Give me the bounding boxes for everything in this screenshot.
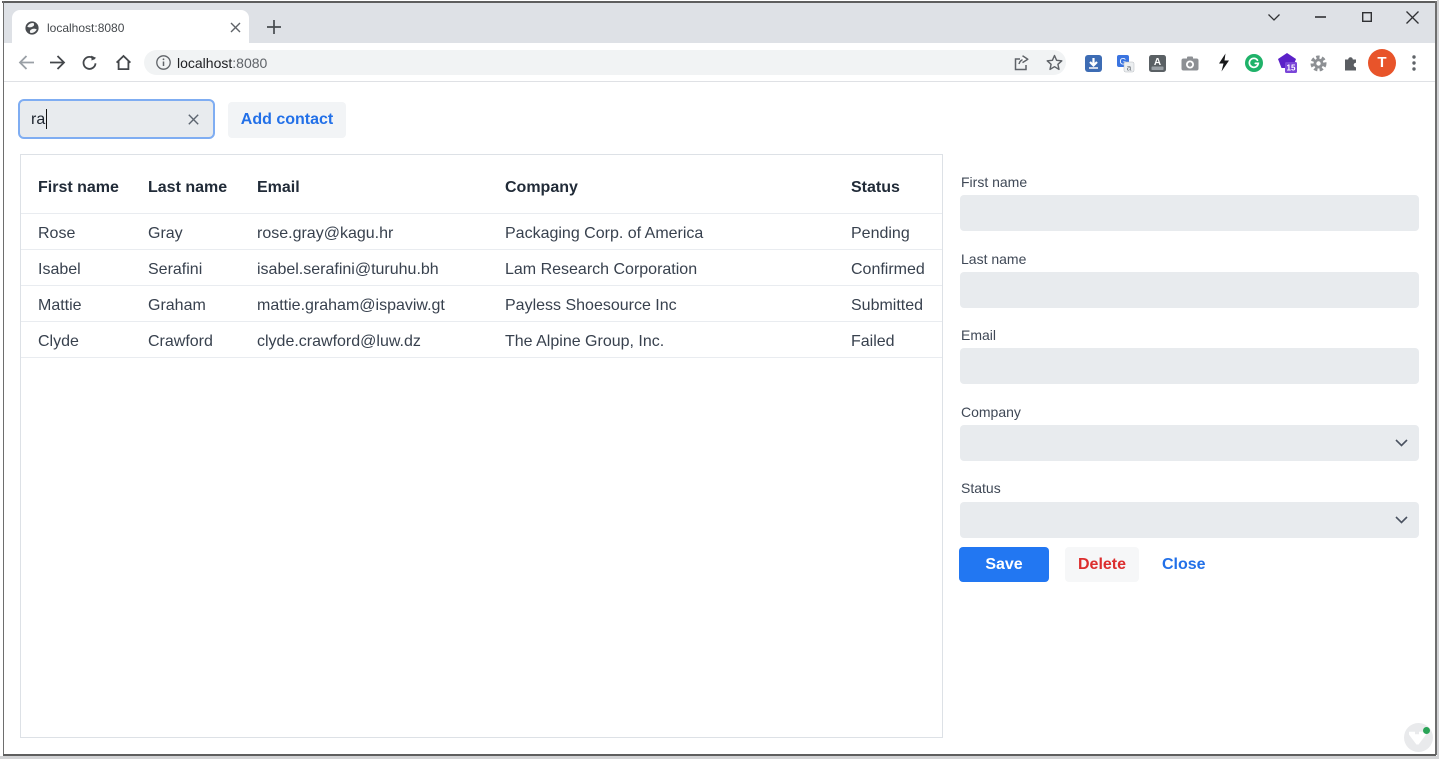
svg-text:A: A	[1154, 57, 1161, 68]
svg-text:a: a	[1127, 63, 1132, 73]
svg-text:15: 15	[1287, 64, 1296, 73]
